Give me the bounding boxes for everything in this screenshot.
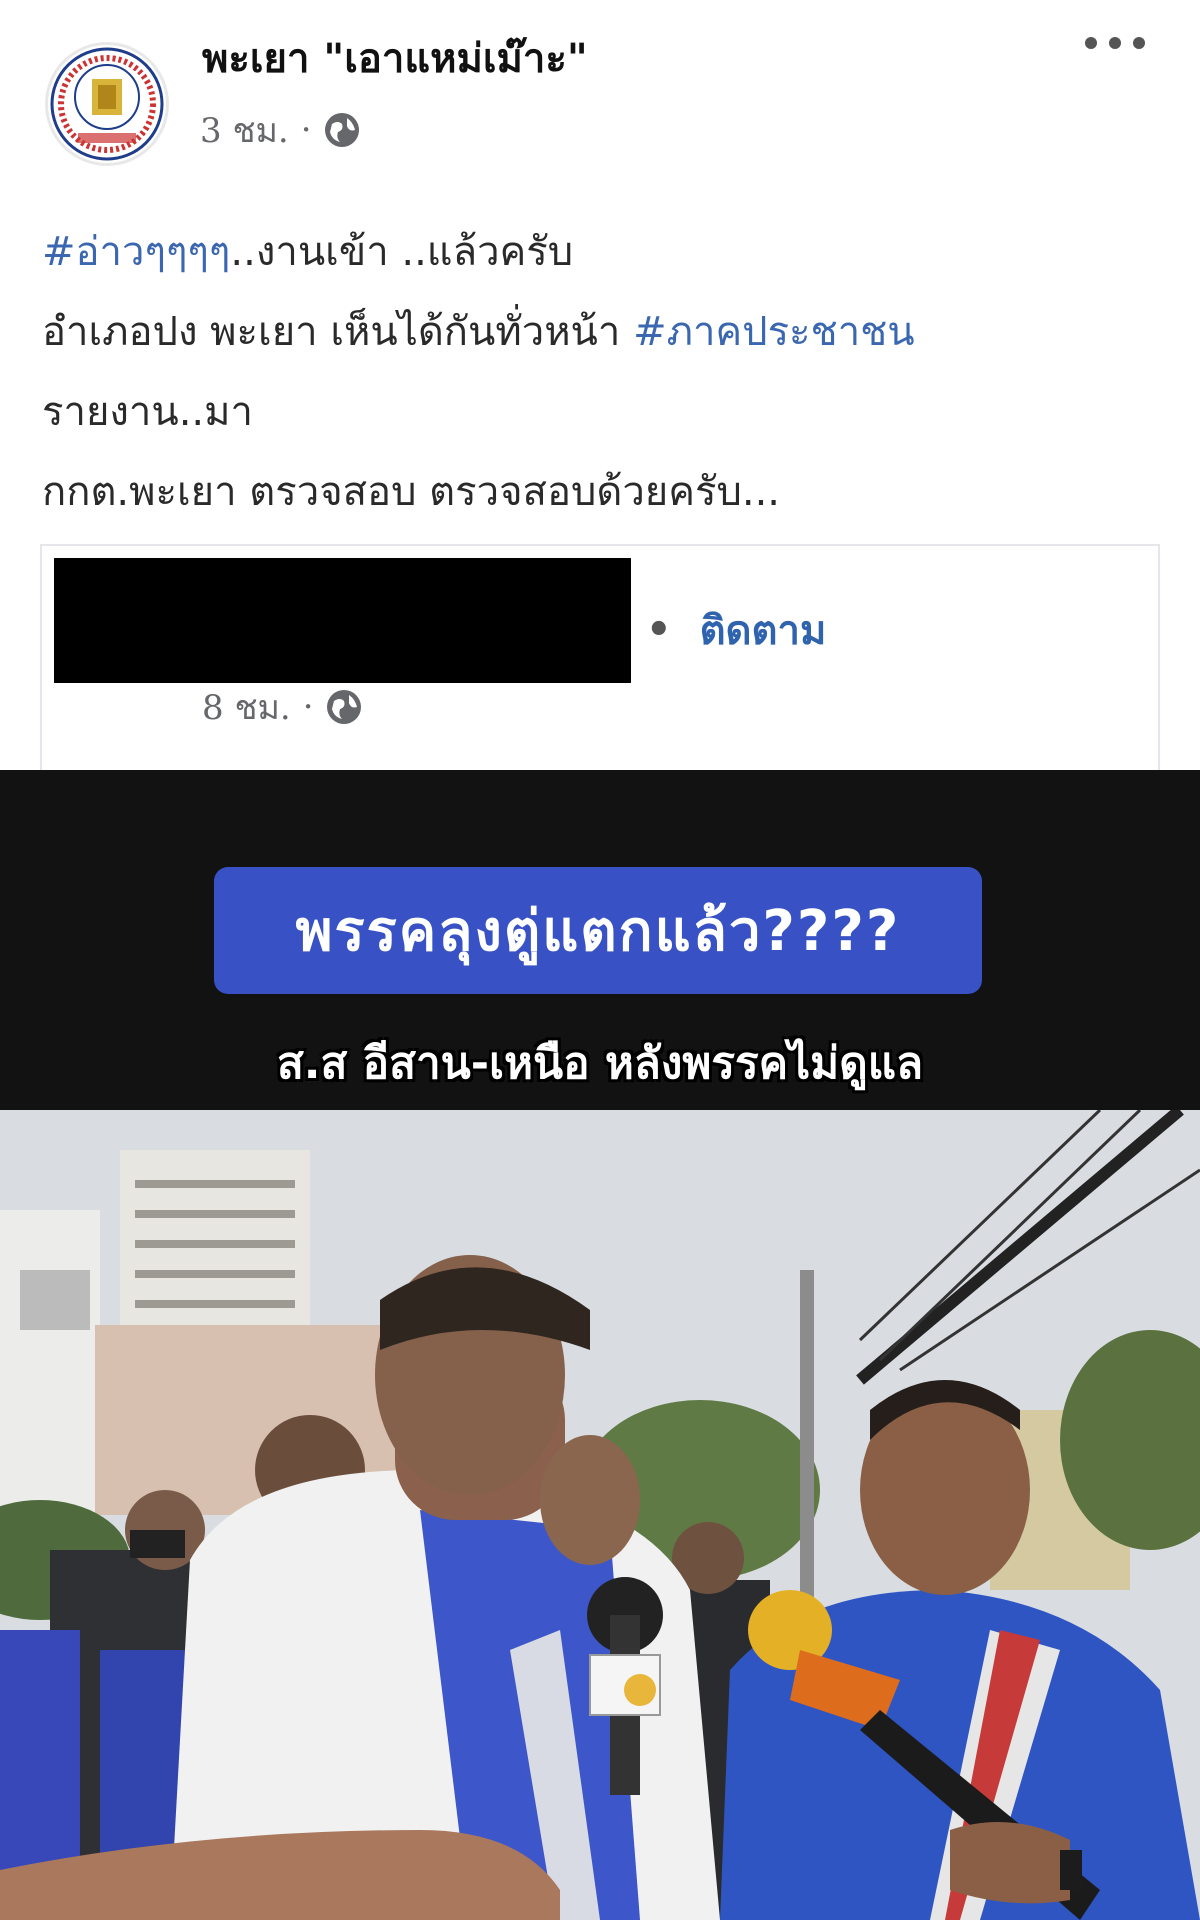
follow-button[interactable]: ติดตาม [700,598,827,662]
post-line: #อ่าวๆๆๆๆ..งานเข้า ..แล้วครับ [42,212,1162,292]
meta-separator: · [302,687,314,727]
follow-row: • ติดตาม [646,598,826,662]
post-line: รายงาน..มา [42,372,1162,452]
shared-post-time[interactable]: 8 ชม. [202,680,291,734]
post-text: รายงาน..มา [42,389,253,435]
page-name[interactable]: พะเยา "เอาแหม่เม๊าะ" [202,26,588,90]
post-text: กกต.พะเยา ตรวจสอบ ตรวจสอบด้วยครับ... [42,469,781,515]
meta-separator: · [300,110,312,150]
shared-post-card[interactable]: • ติดตาม 8 ชม. · [40,544,1160,770]
post-time[interactable]: 3 ชม. [200,103,289,157]
more-options-icon[interactable] [1085,28,1145,58]
follow-separator: • [646,607,672,653]
redacted-author-block [54,558,631,683]
post-line: กกต.พะเยา ตรวจสอบ ตรวจสอบด้วยครับ... [42,452,1162,532]
video-frame-image [0,1110,1200,1920]
hashtag-link[interactable]: #ภาคประชาชน [633,309,915,355]
video-player[interactable]: พรรคลุงตู่แตกแล้ว???? ส.ส อีสาน-เหนือ หล… [0,770,1200,1920]
post-body: #อ่าวๆๆๆๆ..งานเข้า ..แล้วครับ อำเภอปง พะ… [42,212,1162,532]
shared-post-meta: 8 ชม. · [202,680,364,734]
post-text: ..งานเข้า ..แล้วครับ [230,229,574,275]
globe-icon [324,113,359,147]
post-line: อำเภอปง พะเยา เห็นได้กันทั่วหน้า #ภาคประ… [42,292,1162,372]
video-headline: พรรคลุงตู่แตกแล้ว???? [214,867,982,994]
post-meta: 3 ชม. · [200,108,362,152]
video-subtitle: ส.ส อีสาน-เหนือ หลังพรรคไม่ดูแล [276,1038,924,1089]
page-avatar[interactable] [45,42,169,166]
hashtag-link[interactable]: #อ่าวๆๆๆๆ [42,229,230,275]
globe-icon [326,690,361,724]
post-header: พะเยา "เอาแหม่เม๊าะ" 3 ชม. · [0,0,1200,185]
post-text: อำเภอปง พะเยา เห็นได้กันทั่วหน้า [42,309,634,355]
